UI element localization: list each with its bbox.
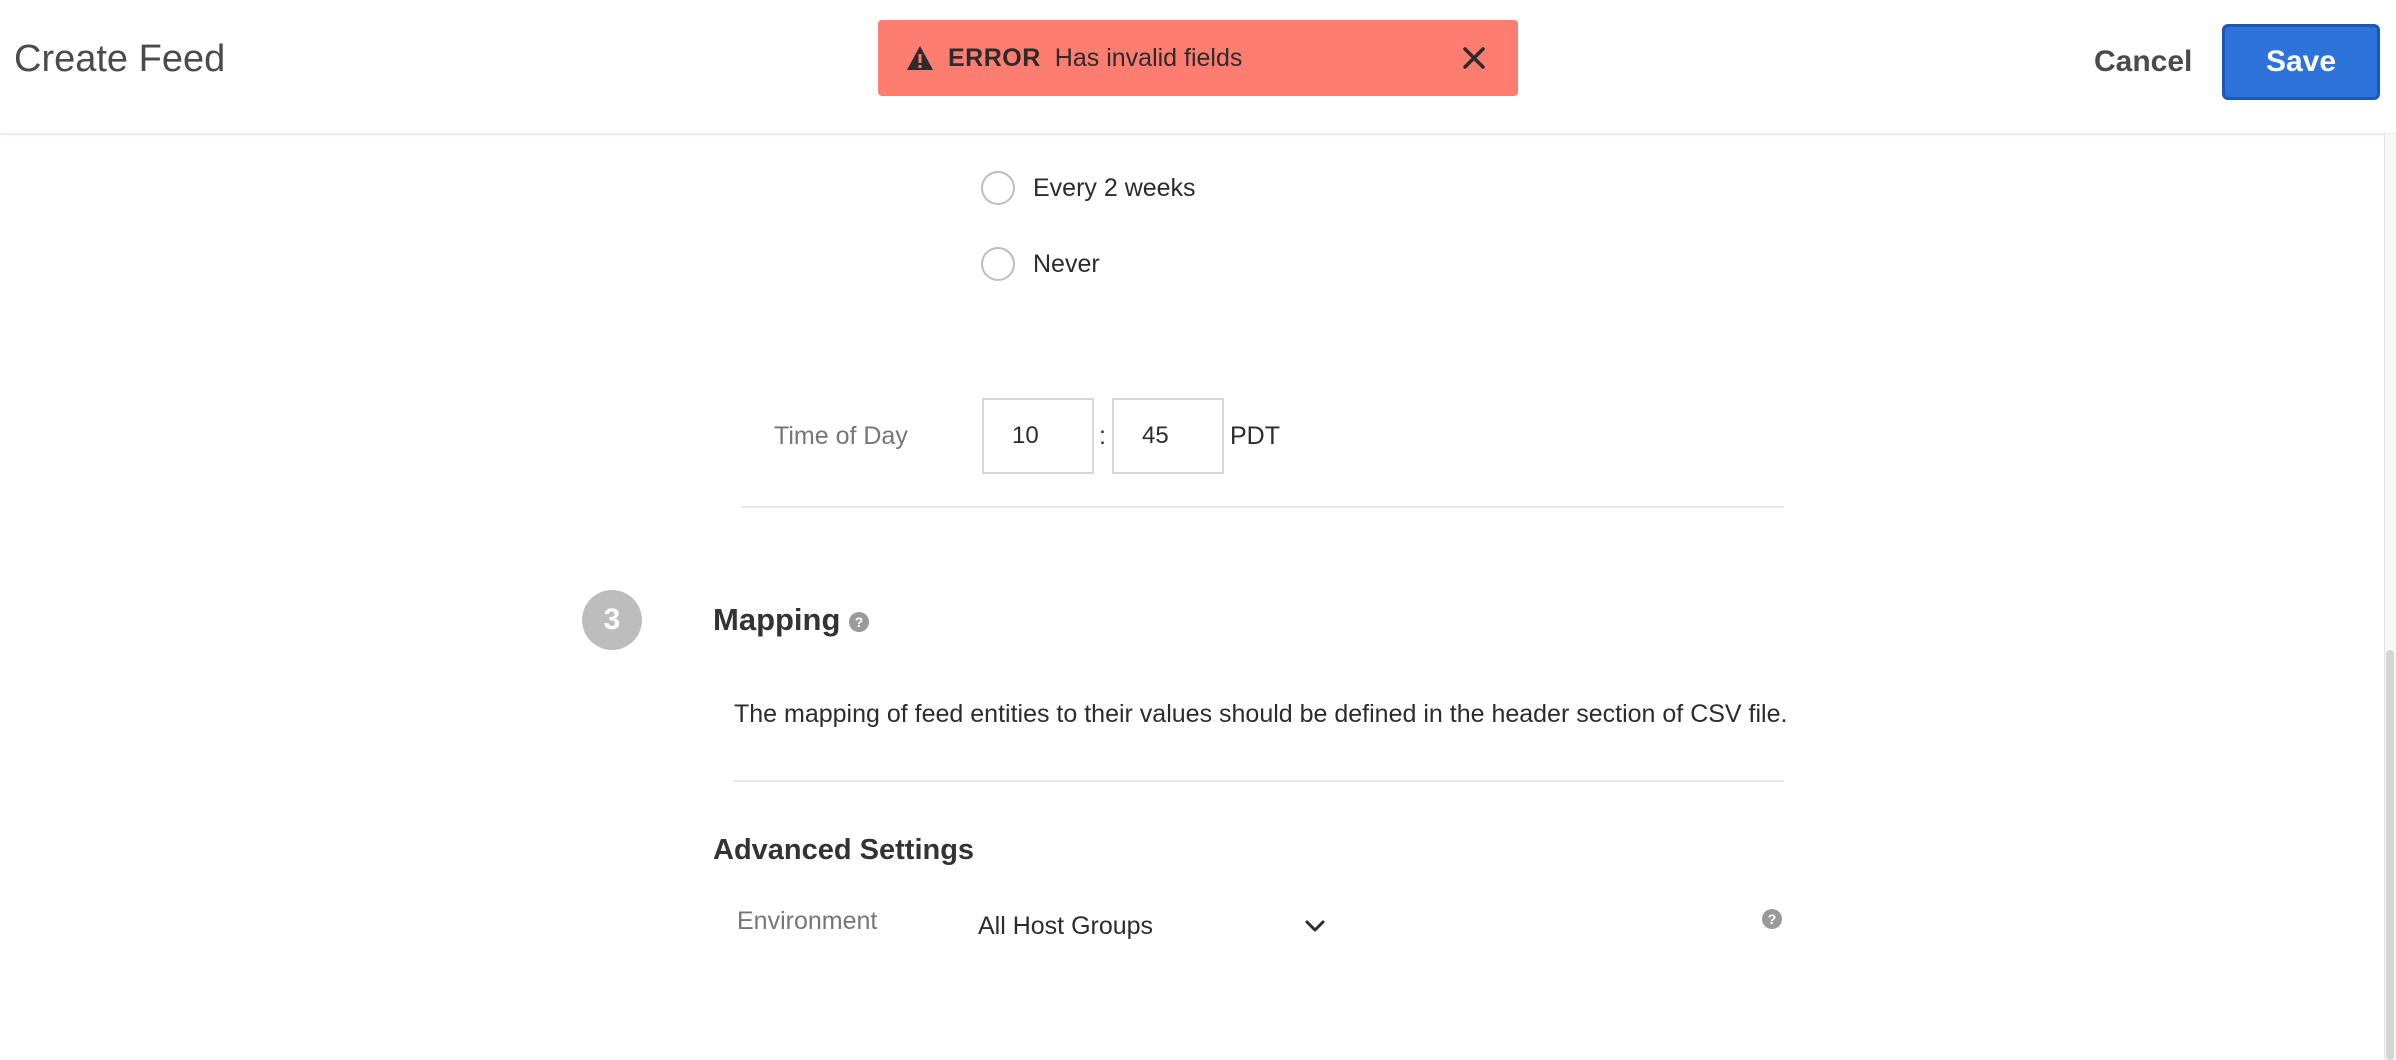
radio-every-2-weeks[interactable]: Every 2 weeks (981, 171, 1196, 205)
mapping-title-row: Mapping ? (713, 602, 870, 638)
error-toast: ERROR Has invalid fields (878, 20, 1518, 96)
radio-button[interactable] (981, 247, 1015, 281)
cancel-button[interactable]: Cancel (2074, 34, 2212, 90)
scrollbar-thumb[interactable] (2386, 650, 2394, 1060)
save-button[interactable]: Save (2222, 24, 2380, 100)
warning-icon (907, 46, 933, 70)
section-divider (742, 506, 1784, 508)
section-divider (734, 780, 1784, 782)
page-header: Create Feed ERROR Has invalid fields Can… (0, 0, 2396, 135)
time-of-day-label: Time of Day (774, 422, 908, 450)
toast-level: ERROR (948, 43, 1041, 72)
radio-label: Never (1033, 249, 1100, 278)
radio-label: Every 2 weeks (1033, 173, 1196, 202)
radio-button[interactable] (981, 171, 1015, 205)
minute-input[interactable] (1112, 398, 1224, 474)
toast-message: Has invalid fields (1054, 43, 1243, 72)
time-separator: : (1099, 422, 1106, 450)
close-icon[interactable] (1456, 40, 1492, 76)
page-title: Create Feed (14, 38, 226, 80)
mapping-title: Mapping (713, 602, 841, 637)
mapping-description: The mapping of feed entities to their va… (734, 700, 1788, 728)
environment-label: Environment (737, 907, 878, 935)
environment-value: All Host Groups (978, 911, 1154, 940)
help-icon[interactable]: ? (1762, 909, 1782, 929)
timezone-label: PDT (1230, 422, 1280, 450)
radio-never[interactable]: Never (981, 247, 1100, 281)
advanced-settings-title: Advanced Settings (713, 834, 975, 866)
hour-input[interactable] (982, 398, 1094, 474)
step-badge: 3 (582, 590, 642, 650)
help-icon[interactable]: ? (849, 611, 870, 632)
chevron-down-icon[interactable] (1303, 916, 1327, 936)
environment-select[interactable]: All Host Groups (978, 898, 1328, 954)
